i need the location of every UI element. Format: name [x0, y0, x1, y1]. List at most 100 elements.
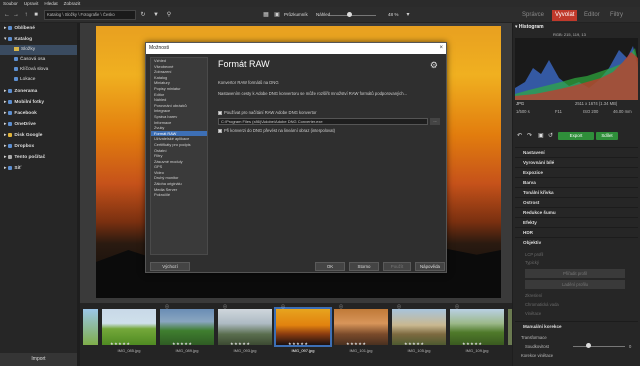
- sidebar-item-mobile[interactable]: ▸ Mobilní fotky: [0, 98, 77, 108]
- reset-icon[interactable]: ↺: [548, 132, 553, 139]
- view-mode-select[interactable]: Průzkumník: [284, 11, 308, 19]
- checkbox-checked-icon[interactable]: [218, 128, 222, 133]
- thumbnail[interactable]: [160, 309, 214, 345]
- sidebar-item-this-pc[interactable]: ▸ Tento počítač: [0, 153, 77, 163]
- rating-stars[interactable]: ★★★★★: [404, 341, 424, 346]
- section-exposure[interactable]: Expozice: [515, 167, 638, 177]
- barrel-distortion-handle[interactable]: [586, 343, 591, 348]
- section-effects[interactable]: Efekty: [515, 217, 638, 227]
- share-button[interactable]: Sdílet: [596, 132, 618, 140]
- refresh-icon[interactable]: ↻: [139, 11, 147, 19]
- use-dng-converter-checkbox[interactable]: Používat pro načítání RAW Adobe DNG konv…: [218, 110, 316, 115]
- preview-toggle[interactable]: Náhled: [308, 11, 330, 19]
- options-list-item[interactable]: Pokročilé: [151, 192, 207, 198]
- browse-button[interactable]: ...: [430, 118, 440, 125]
- profile-tuning-button[interactable]: Ladění profilu: [525, 280, 625, 289]
- sidebar-item-locations[interactable]: Lokace: [0, 75, 77, 85]
- expand-icon[interactable]: ▸: [4, 166, 6, 171]
- collapse-icon[interactable]: ▾: [4, 37, 6, 42]
- expand-icon[interactable]: ▸: [4, 144, 6, 149]
- path-field[interactable]: Katalog \ Složky \ Fotografie \ Česko: [44, 10, 136, 20]
- gear-icon[interactable]: ⚙: [430, 60, 438, 71]
- zoom-slider-handle[interactable]: [347, 12, 352, 17]
- filter-icon[interactable]: ▼: [152, 11, 160, 19]
- cancel-button[interactable]: Storno: [349, 262, 379, 271]
- expand-icon[interactable]: ▸: [4, 26, 6, 31]
- expand-icon[interactable]: ▸: [4, 155, 6, 160]
- thumbnail-selected[interactable]: [274, 307, 332, 347]
- back-icon[interactable]: ←: [3, 11, 11, 19]
- rating-stars[interactable]: ★★★★★: [172, 341, 192, 346]
- sidebar-item-timeline[interactable]: Časová osa: [0, 55, 77, 65]
- rating-stars[interactable]: ★★★★★: [288, 341, 308, 346]
- folder-icon[interactable]: ■: [32, 11, 40, 19]
- apply-button[interactable]: Použít: [383, 262, 411, 271]
- lens-profile-value[interactable]: Typický: [525, 260, 539, 265]
- sidebar-item-facebook[interactable]: ▸ Facebook: [0, 109, 77, 119]
- thumbnail[interactable]: [334, 309, 388, 345]
- grid-icon[interactable]: ▦: [262, 11, 270, 19]
- sidebar-item-keywords[interactable]: Klíčová slova: [0, 65, 77, 75]
- expand-icon[interactable]: ▸: [4, 122, 6, 127]
- layout-icon[interactable]: ▣: [273, 11, 281, 19]
- section-white-balance[interactable]: Vyrovnání bílé: [515, 157, 638, 167]
- import-button[interactable]: Import: [0, 353, 77, 366]
- histogram-header[interactable]: ▾ Histogram: [515, 23, 544, 31]
- sidebar-item-network[interactable]: ▸ Síť: [0, 164, 77, 174]
- section-sharpness[interactable]: Ostrost: [515, 197, 638, 207]
- section-lens[interactable]: Objektiv: [515, 237, 638, 247]
- help-button[interactable]: Nápověda: [415, 262, 445, 271]
- compare-icon[interactable]: ▣: [538, 132, 544, 139]
- expand-icon[interactable]: ▸: [4, 111, 6, 116]
- export-button[interactable]: Export: [558, 132, 594, 140]
- thumbnail[interactable]: [218, 309, 272, 345]
- dng-converter-path-field[interactable]: C:\Program Files (x86)\Adobe\Adobe DNG C…: [218, 118, 428, 125]
- thumbnail-partial[interactable]: [83, 309, 98, 345]
- section-noise-reduction[interactable]: Redukce šumu: [515, 207, 638, 217]
- checkbox-checked-icon[interactable]: [218, 110, 222, 115]
- redo-icon[interactable]: ↷: [527, 132, 532, 139]
- section-manual-corrections[interactable]: Manuální korekce: [515, 321, 638, 331]
- sidebar-item-google-drive[interactable]: ▸ Disk Google: [0, 131, 77, 141]
- sidebar-item-favorites[interactable]: ▸ Oblíbené: [0, 24, 77, 34]
- menu-item-edit[interactable]: Upravit: [24, 1, 39, 6]
- rating-stars[interactable]: ★★★★★: [462, 341, 482, 346]
- thumbnail[interactable]: [102, 309, 156, 345]
- ok-button[interactable]: OK: [315, 262, 345, 271]
- thumbnail-partial[interactable]: [508, 309, 512, 345]
- rating-stars[interactable]: ★★★★★: [110, 341, 130, 346]
- zoom-menu-icon[interactable]: ▾: [404, 11, 412, 19]
- section-hdr[interactable]: HDR: [515, 227, 638, 237]
- sidebar-item-dropbox[interactable]: ▸ Dropbox: [0, 142, 77, 152]
- up-icon[interactable]: ↑: [22, 11, 30, 19]
- expand-icon[interactable]: ▸: [4, 100, 6, 105]
- forward-icon[interactable]: →: [12, 11, 20, 19]
- expand-icon[interactable]: ▸: [4, 133, 6, 138]
- assign-profile-button[interactable]: Přiřadit profil: [525, 269, 625, 278]
- zoom-slider[interactable]: [330, 14, 376, 16]
- undo-icon[interactable]: ↶: [517, 132, 522, 139]
- distortion-checkbox[interactable]: Zkreslení: [525, 293, 542, 298]
- menu-item-search[interactable]: Hledat: [44, 1, 57, 6]
- default-button[interactable]: Výchozí: [150, 262, 190, 271]
- section-color[interactable]: Barva: [515, 177, 638, 187]
- thumbnail[interactable]: [450, 309, 504, 345]
- sidebar-item-folders[interactable]: Složky: [0, 45, 77, 55]
- tab-editor[interactable]: Editor: [584, 10, 600, 21]
- chromatic-aberration-checkbox[interactable]: Chromatická vada: [525, 302, 559, 307]
- close-icon[interactable]: ×: [439, 43, 443, 54]
- options-list[interactable]: Vzhled Všeobecné Zobrazení Katalog Miniatury…: [150, 57, 208, 255]
- tab-develop[interactable]: Vyvolat: [552, 10, 578, 21]
- linear-dng-checkbox[interactable]: Při konverzi do DNG převést na lineární …: [218, 128, 335, 133]
- menu-item-file[interactable]: Soubor: [3, 1, 18, 6]
- tab-filters[interactable]: Filtry: [610, 10, 623, 21]
- thumbnail[interactable]: [392, 309, 446, 345]
- search-icon[interactable]: ⚲: [165, 11, 173, 19]
- sidebar-item-catalog[interactable]: ▾ Katalog: [0, 35, 77, 45]
- expand-icon[interactable]: ▸: [4, 89, 6, 94]
- rating-stars[interactable]: ★★★★★: [346, 341, 366, 346]
- section-tone-curve[interactable]: Tonální křivka: [515, 187, 638, 197]
- tab-manager[interactable]: Správce: [522, 10, 544, 21]
- section-settings[interactable]: Nastavení: [515, 147, 638, 157]
- rating-stars[interactable]: ★★★★★: [230, 341, 250, 346]
